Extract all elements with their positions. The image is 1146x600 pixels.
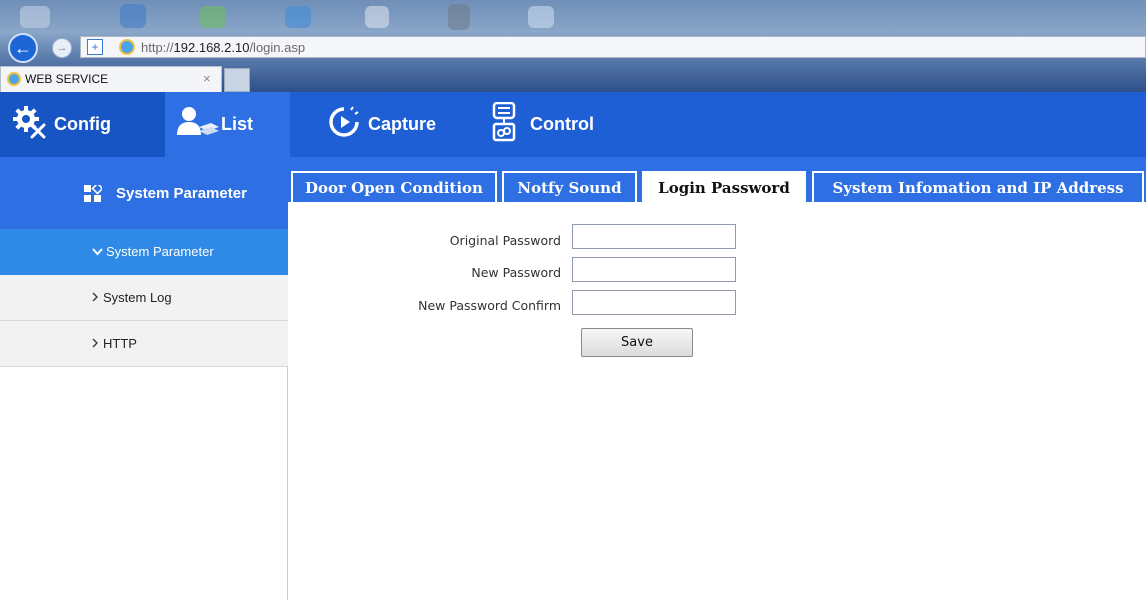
browser-tab-title: WEB SERVICE [25,72,109,86]
desktop-icon-blur [365,6,389,28]
tab-label: System Infomation and IP Address [832,178,1124,197]
desktop-icon-blur [120,4,146,28]
close-tab-icon[interactable]: × [203,71,211,86]
tab-login-password[interactable]: Login Password [642,171,806,202]
tab-notfy-sound[interactable]: Notfy Sound [502,171,637,202]
desktop-icon-blur [20,6,50,28]
app-header: Config List Capture Control [0,92,1146,157]
chevron-down-icon [92,244,103,259]
menu-list[interactable]: List [165,92,290,157]
sidebar: System Parameter System Parameter System… [0,157,288,600]
ie-tab-icon [7,72,21,86]
sidebar-item-label: HTTP [92,336,137,351]
sidebar-header-label: System Parameter [116,185,247,202]
sidebar-item-http[interactable]: HTTP [0,321,288,367]
tab-system-information-ip-address[interactable]: System Infomation and IP Address [812,171,1144,202]
new-password-confirm-field[interactable] [572,290,736,315]
desktop-icon-blur [448,4,470,30]
sidebar-header[interactable]: System Parameter [0,157,288,229]
chevron-right-icon [92,336,98,351]
tab-label: Notfy Sound [517,178,622,197]
menu-control-label: Control [530,114,594,134]
menu-config[interactable]: Config [0,92,165,157]
menu-control[interactable]: Control [492,92,594,157]
chevron-right-icon [92,290,98,305]
desktop-icon-blur [528,6,554,28]
new-password-label: New Password [471,265,561,280]
menu-config-label: Config [54,114,111,134]
tab-label: Login Password [658,178,790,197]
menu-list-label: List [221,114,254,134]
new-tab-button[interactable] [224,68,250,92]
sidebar-item-text: System Parameter [106,244,214,259]
original-password-field[interactable] [572,224,736,249]
sidebar-item-label: System Parameter [92,244,214,259]
sidebar-item-text: System Log [103,290,172,305]
forward-button[interactable]: → [52,38,72,58]
browser-tab[interactable]: WEB SERVICE × [0,66,222,92]
gear-icon [12,105,48,144]
control-icon [492,101,516,147]
original-password-label: Original Password [449,233,561,248]
sidebar-item-text: HTTP [103,336,137,351]
sidebar-item-system-log[interactable]: System Log [0,275,288,321]
url-text[interactable]: http://192.168.2.10/login.asp [141,40,305,55]
url-host: 192.168.2.10 [173,40,250,55]
browser-window-chrome: ← → + http://192.168.2.10/login.asp WEB … [0,0,1146,92]
save-button[interactable]: Save [581,328,693,357]
new-password-confirm-label: New Password Confirm [418,298,561,313]
desktop-icon-blur [200,6,226,28]
address-bar[interactable]: + http://192.168.2.10/login.asp [80,36,1146,58]
users-icon [175,105,219,144]
sidebar-item-label: System Log [92,290,172,305]
tab-label: Door Open Condition [305,178,483,197]
tab-door-open-condition[interactable]: Door Open Condition [291,171,497,202]
content-tab-bar: Door Open Condition Notfy Sound Login Pa… [288,157,1146,202]
desktop-icon-blur [285,6,311,28]
capture-icon [328,106,360,143]
ie-page-icon [119,39,135,55]
address-bar-row: ← → + http://192.168.2.10/login.asp [0,32,1146,63]
url-prefix: http:// [141,40,174,55]
grid-icon [84,182,104,203]
browser-tab-row: WEB SERVICE × [0,66,1146,92]
menu-capture-label: Capture [368,114,437,134]
menu-capture[interactable]: Capture [328,92,436,157]
sidebar-item-system-parameter[interactable]: System Parameter [0,229,288,275]
security-shield-icon[interactable]: + [87,39,103,55]
url-path: /login.asp [249,40,306,55]
back-button[interactable]: ← [8,33,38,63]
new-password-field[interactable] [572,257,736,282]
